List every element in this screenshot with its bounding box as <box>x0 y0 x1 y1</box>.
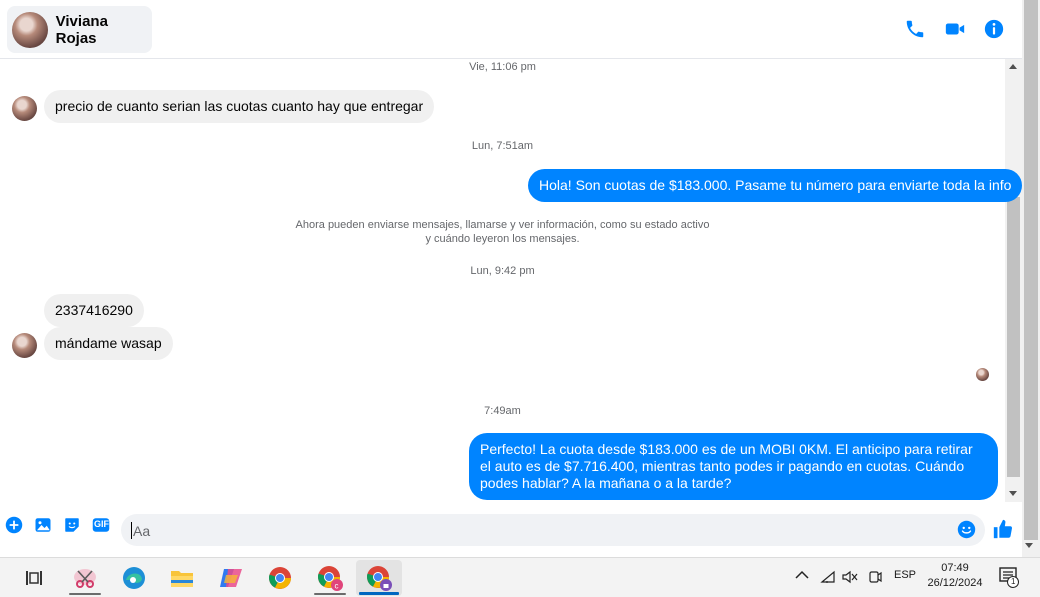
chrome-active-button[interactable] <box>356 560 402 596</box>
chrome-button[interactable] <box>257 560 303 596</box>
timestamp: Lun, 7:51am <box>471 140 534 152</box>
task-view-icon <box>26 571 42 585</box>
outgoing-message[interactable]: Perfecto! La cuota desde $183.000 es de … <box>469 433 998 500</box>
notification-icon[interactable]: 1 <box>998 566 1020 588</box>
copilot-button[interactable] <box>208 560 254 596</box>
contact-avatar <box>12 11 48 48</box>
file-explorer-icon <box>171 571 193 587</box>
page-scroll-down-arrow[interactable] <box>1025 543 1033 548</box>
incoming-message[interactable]: precio de cuanto serian las cuotas cuant… <box>44 90 435 123</box>
running-indicator <box>69 593 101 595</box>
image-icon[interactable] <box>34 516 52 534</box>
gif-label: GIF <box>94 519 109 529</box>
info-notice-line1: Ahora pueden enviarse mensajes, llamarse… <box>295 219 710 231</box>
copilot-icon <box>220 569 242 587</box>
contact-button[interactable]: Viviana Rojas <box>7 6 152 53</box>
task-view-button[interactable] <box>11 560 57 596</box>
chevron-up-icon[interactable] <box>795 570 809 583</box>
scroll-up-arrow[interactable] <box>1009 64 1017 69</box>
snipping-tool-icon <box>74 569 96 588</box>
sender-avatar <box>12 96 37 121</box>
timestamp: 7:49am <box>484 405 521 417</box>
system-clock[interactable]: 07:49 26/12/2024 <box>920 561 990 591</box>
clock-date: 26/12/2024 <box>927 577 983 589</box>
contact-name: Viviana Rojas <box>55 12 108 47</box>
chrome-profile-c-button[interactable]: c <box>307 560 353 596</box>
meet-icon[interactable] <box>868 570 882 587</box>
outgoing-message[interactable]: Hola! Son cuotas de $183.000. Pasame tu … <box>528 169 1023 202</box>
edge-icon <box>123 567 145 589</box>
page-scroll-thumb[interactable] <box>1024 0 1038 540</box>
volume-muted-icon[interactable] <box>842 570 858 587</box>
scroll-down-arrow[interactable] <box>1009 491 1017 496</box>
info-notice-line2: y cuándo leyeron los mensajes. <box>425 233 580 245</box>
incoming-message[interactable]: mándame wasap <box>44 327 173 360</box>
svg-text:c: c <box>335 582 339 591</box>
edge-button[interactable] <box>111 560 157 596</box>
sender-avatar <box>12 333 37 358</box>
emoji-icon[interactable] <box>957 520 976 539</box>
language-indicator[interactable]: ESP <box>894 569 916 581</box>
chat-header: Viviana Rojas <box>0 0 1022 59</box>
info-notice: Ahora pueden enviarse mensajes, llamarse… <box>0 218 1005 246</box>
running-indicator <box>314 593 346 595</box>
phone-icon[interactable] <box>904 18 926 40</box>
incoming-message[interactable]: 2337416290 <box>44 294 144 327</box>
file-explorer-button[interactable] <box>159 560 205 596</box>
wifi-icon[interactable] <box>820 570 836 587</box>
gif-icon[interactable]: GIF <box>92 516 111 534</box>
messages-scroll-thumb[interactable] <box>1007 197 1020 477</box>
active-indicator <box>359 592 399 595</box>
notification-count: 1 <box>1011 577 1016 586</box>
info-icon[interactable] <box>983 18 1005 40</box>
chrome-active-icon <box>367 566 392 591</box>
seen-indicator-avatar <box>976 368 989 381</box>
like-icon[interactable] <box>992 518 1014 540</box>
message-input[interactable] <box>131 522 931 539</box>
messenger-window: Viviana Rojas Vie, 11:06 pm precio de cu… <box>0 0 1040 557</box>
clock-time: 07:49 <box>941 562 969 574</box>
timestamp: Vie, 11:06 pm <box>469 61 536 73</box>
snipping-tool-button[interactable] <box>62 560 108 596</box>
chrome-icon <box>269 567 291 589</box>
sticker-icon[interactable] <box>63 516 81 534</box>
plus-icon[interactable] <box>5 516 23 534</box>
video-icon[interactable] <box>944 18 966 40</box>
chrome-profile-icon: c <box>318 566 343 591</box>
timestamp: Lun, 9:42 pm <box>470 265 535 277</box>
message-input-container[interactable] <box>121 514 985 546</box>
